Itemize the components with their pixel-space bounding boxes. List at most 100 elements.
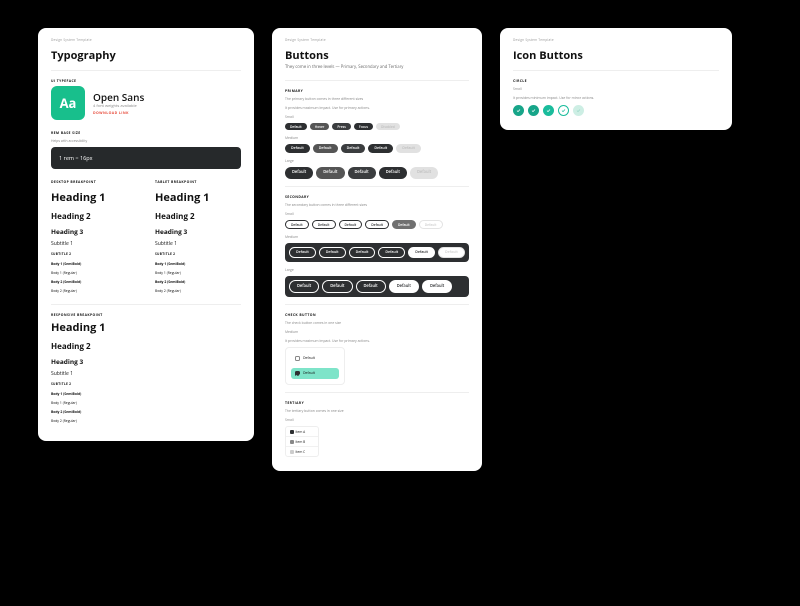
size-label-medium: Medium [285,234,469,239]
sample-h2: Heading 2 [51,341,241,352]
tertiary-card: Item A Item B Item C [285,426,319,457]
section-label-primary: PRIMARY [285,88,469,93]
scale-col-desktop: DESKTOP BREAKPOINT Heading 1 Heading 2 H… [51,179,137,297]
sample-body1-regular: Body 1 (Regular) [155,270,241,275]
secondary-button[interactable]: Default [408,247,435,258]
sample-h1: Heading 1 [51,190,137,205]
check-icon [576,108,581,113]
check-icon [561,108,566,113]
secondary-button[interactable]: Default [289,280,319,293]
check-icon [531,108,536,113]
page-title: Icon Buttons [513,48,719,63]
panel-icon-buttons: Design System Template Icon Buttons CIRC… [500,28,732,130]
sample-h2: Heading 2 [51,211,137,222]
primary-button[interactable]: Default [341,144,366,153]
checkbox-checked-icon [295,371,300,376]
typeface-row: Aa Open Sans 4 font weights available DO… [51,86,241,120]
sample-h3: Heading 3 [155,227,241,236]
typeface-name: Open Sans [93,90,144,104]
sample-body2-semibold: Body 2 (SemiBold) [51,279,137,284]
icon-button[interactable] [528,105,539,116]
sample-body1-semibold: Body 1 (SemiBold) [51,261,137,266]
secondary-button[interactable]: Default [322,280,352,293]
typeface-meta: Open Sans 4 font weights available DOWNL… [93,90,144,116]
icon-button[interactable] [558,105,569,116]
tertiary-label: Item A [296,430,306,434]
sample-body2-regular: Body 2 (Regular) [51,418,241,423]
checkbox-icon [295,356,300,361]
sample-h1: Heading 1 [51,320,241,335]
sample-sub2: SUBTITLE 2 [155,252,241,256]
check-label: Default [303,356,315,361]
tertiary-label: Item C [296,450,306,454]
secondary-medium-row: Default Default Default Default Default … [285,243,469,262]
sample-body2-regular: Body 2 (Regular) [51,288,137,293]
secondary-button[interactable]: Default [349,247,376,258]
icon-button[interactable] [513,105,524,116]
secondary-button[interactable]: Default [339,220,363,229]
secondary-button[interactable]: Default [319,247,346,258]
sample-h1: Heading 1 [155,190,241,205]
primary-button-disabled: Default [396,144,421,153]
tertiary-item[interactable]: Item A [286,427,318,437]
size-label-large: Large [285,267,469,272]
sample-sub2: SUBTITLE 2 [51,252,137,256]
bp-label-desktop: DESKTOP BREAKPOINT [51,179,137,184]
size-label-medium: Medium [285,329,469,334]
divider [513,70,719,71]
type-scale-columns: DESKTOP BREAKPOINT Heading 1 Heading 2 H… [51,179,241,297]
primary-button[interactable]: Focus [354,123,373,130]
secondary-button[interactable]: Default [392,220,416,229]
sample-body1-regular: Body 1 (Regular) [51,270,137,275]
size-label-large: Large [285,158,469,163]
secondary-large-row: Default Default Default Default Default [285,276,469,297]
primary-button[interactable]: Default [379,167,407,178]
secondary-button[interactable]: Default [389,280,419,293]
primary-button[interactable]: Default [285,123,307,130]
panel-buttons: Design System Template Buttons They come… [272,28,482,471]
primary-button[interactable]: Hover [310,123,330,130]
sample-body2-semibold: Body 2 (SemiBold) [51,409,241,414]
check-button-checked[interactable]: Default [291,368,339,379]
primary-button[interactable]: Default [285,144,310,153]
primary-note: It provides maximum impact. Use for prim… [285,105,469,110]
circle-note: It provides minimum impact. Use for mino… [513,95,719,100]
secondary-button[interactable]: Default [285,220,309,229]
secondary-button[interactable]: Default [365,220,389,229]
size-label-small: Small [285,417,469,422]
secondary-button[interactable]: Default [312,220,336,229]
tertiary-item[interactable]: Item B [286,437,318,447]
check-button[interactable]: Default [291,353,339,364]
divider [285,304,469,305]
secondary-button[interactable]: Default [289,247,316,258]
section-label-tertiary: TERTIARY [285,400,469,405]
section-label-check: CHECK BUTTON [285,312,469,317]
primary-button[interactable]: Default [316,167,344,178]
sample-h2: Heading 2 [155,211,241,222]
tertiary-label: Item B [296,440,306,444]
size-label-small: Small [285,211,469,216]
secondary-button-disabled: Default [419,220,443,229]
check-label: Default [303,371,315,376]
swatch-icon [290,430,294,434]
sample-body2-semibold: Body 2 (SemiBold) [155,279,241,284]
primary-button[interactable]: Default [368,144,393,153]
primary-button[interactable]: Default [348,167,376,178]
primary-button[interactable]: Default [285,167,313,178]
primary-button[interactable]: Press [332,123,351,130]
sample-sub1: Subtitle 1 [51,241,137,247]
typeface-tile: Aa [51,86,85,120]
primary-button[interactable]: Default [313,144,338,153]
secondary-button[interactable]: Default [422,280,452,293]
secondary-button[interactable]: Default [378,247,405,258]
icon-button[interactable] [543,105,554,116]
sample-sub1: Subtitle 1 [51,371,241,377]
rem-value-box: 1 rem = 16px [51,147,241,169]
tertiary-item[interactable]: Item C [286,447,318,456]
download-link[interactable]: DOWNLOAD LINK [93,111,144,116]
size-label-small: Small [285,114,469,119]
sample-body1-regular: Body 1 (Regular) [51,400,241,405]
page-subtitle: They come in three levels — Primary, Sec… [285,65,469,70]
secondary-button[interactable]: Default [356,280,386,293]
section-label-secondary: SECONDARY [285,194,469,199]
